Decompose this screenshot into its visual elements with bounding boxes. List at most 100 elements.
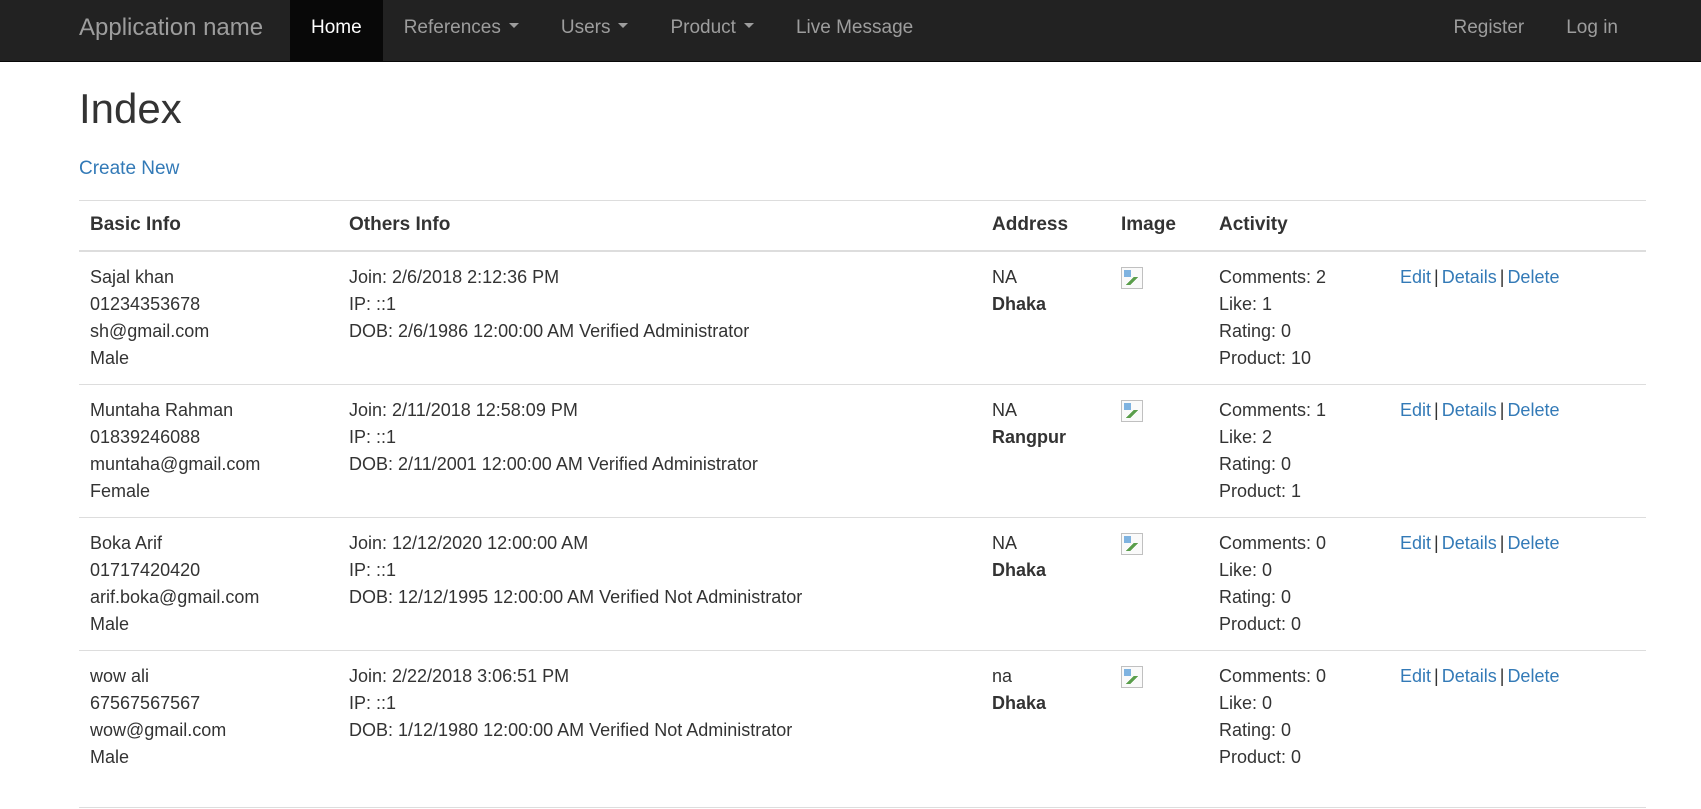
join-date: Join: 12/12/2020 12:00:00 AM bbox=[349, 532, 589, 553]
like-count: Like: 2 bbox=[1219, 426, 1273, 447]
top-navbar: Application name Home References Users P… bbox=[0, 0, 1701, 62]
product-count: Product: 0 bbox=[1219, 746, 1302, 767]
nav-users-label: Users bbox=[560, 17, 611, 38]
separator: | bbox=[1434, 532, 1439, 553]
register-link[interactable]: Register bbox=[1432, 0, 1545, 62]
create-new-link[interactable]: Create New bbox=[79, 158, 1646, 200]
header-address: Address bbox=[981, 200, 1110, 252]
address-line: NA bbox=[992, 266, 1018, 287]
user-phone: 67567567567 bbox=[90, 692, 201, 713]
others-info-cell: Join: 2/6/2018 2:12:36 PM IP: ::1 DOB: 2… bbox=[338, 250, 981, 384]
header-image: Image bbox=[1110, 200, 1208, 252]
separator: | bbox=[1434, 266, 1439, 287]
caret-down-icon bbox=[743, 23, 754, 29]
broken-image-icon bbox=[1121, 399, 1143, 422]
user-email: wow@gmail.com bbox=[90, 719, 227, 740]
brand-link[interactable]: Application name bbox=[79, 0, 263, 62]
comments-count: Comments: 1 bbox=[1219, 399, 1327, 420]
broken-image-icon bbox=[1121, 266, 1143, 289]
image-cell bbox=[1110, 516, 1208, 650]
address-city: Rangpur bbox=[992, 426, 1066, 447]
table-header-row: Basic Info Others Info Address Image Act… bbox=[79, 200, 1646, 252]
address-city: Dhaka bbox=[992, 559, 1047, 580]
broken-image-icon bbox=[1121, 665, 1143, 688]
address-line: NA bbox=[992, 399, 1018, 420]
image-cell bbox=[1110, 383, 1208, 517]
caret-down-icon bbox=[508, 23, 519, 29]
image-cell bbox=[1110, 250, 1208, 384]
table-row: Sajal khan 01234353678 sh@gmail.com Male… bbox=[79, 250, 1646, 384]
address-cell: NA Dhaka bbox=[981, 250, 1110, 384]
user-name: wow ali bbox=[90, 665, 150, 686]
details-link[interactable]: Details bbox=[1442, 533, 1497, 553]
edit-link[interactable]: Edit bbox=[1400, 267, 1431, 287]
nav-live-message[interactable]: Live Message bbox=[775, 0, 934, 62]
nav-product-label: Product bbox=[670, 17, 736, 38]
user-email: arif.boka@gmail.com bbox=[90, 586, 260, 607]
user-phone: 01839246088 bbox=[90, 426, 201, 447]
separator: | bbox=[1499, 665, 1505, 686]
activity-cell: Comments: 0 Like: 0 Rating: 0 Product: 0 bbox=[1208, 516, 1389, 650]
ip-address: IP: ::1 bbox=[349, 559, 397, 580]
edit-link[interactable]: Edit bbox=[1400, 533, 1431, 553]
header-activity: Activity bbox=[1208, 200, 1389, 252]
dob-status: DOB: 2/11/2001 12:00:00 AM Verified Admi… bbox=[349, 453, 758, 474]
delete-link[interactable]: Delete bbox=[1507, 666, 1559, 686]
nav-home[interactable]: Home bbox=[290, 0, 383, 62]
nav-product-dropdown[interactable]: Product bbox=[649, 0, 774, 62]
user-email: sh@gmail.com bbox=[90, 320, 210, 341]
separator: | bbox=[1434, 665, 1439, 686]
edit-link[interactable]: Edit bbox=[1400, 400, 1431, 420]
product-count: Product: 0 bbox=[1219, 613, 1302, 634]
login-link[interactable]: Log in bbox=[1545, 0, 1639, 62]
user-email: muntaha@gmail.com bbox=[90, 453, 261, 474]
separator: | bbox=[1499, 532, 1505, 553]
delete-link[interactable]: Delete bbox=[1507, 267, 1559, 287]
actions-cell: Edit | Details | Delete bbox=[1389, 649, 1646, 808]
user-gender: Female bbox=[90, 480, 151, 501]
edit-link[interactable]: Edit bbox=[1400, 666, 1431, 686]
delete-link[interactable]: Delete bbox=[1507, 400, 1559, 420]
nav-live-message-label: Live Message bbox=[795, 17, 914, 38]
table-row: Muntaha Rahman 01839246088 muntaha@gmail… bbox=[79, 383, 1646, 517]
ip-address: IP: ::1 bbox=[349, 426, 397, 447]
separator: | bbox=[1499, 399, 1505, 420]
delete-link[interactable]: Delete bbox=[1507, 533, 1559, 553]
nav-references-label: References bbox=[403, 17, 501, 38]
product-count: Product: 10 bbox=[1219, 347, 1312, 368]
like-count: Like: 0 bbox=[1219, 692, 1273, 713]
address-line: na bbox=[992, 665, 1013, 686]
users-table: Basic Info Others Info Address Image Act… bbox=[79, 200, 1646, 808]
activity-cell: Comments: 1 Like: 2 Rating: 0 Product: 1 bbox=[1208, 383, 1389, 517]
nav-account: Register Log in bbox=[1432, 0, 1639, 62]
nav-users-dropdown[interactable]: Users bbox=[540, 0, 650, 62]
nav-menu: Home References Users Product Live Messa… bbox=[290, 0, 934, 62]
join-date: Join: 2/6/2018 2:12:36 PM bbox=[349, 266, 560, 287]
dob-status: DOB: 2/6/1986 12:00:00 AM Verified Admin… bbox=[349, 320, 750, 341]
like-count: Like: 1 bbox=[1219, 293, 1273, 314]
join-date: Join: 2/11/2018 12:58:09 PM bbox=[349, 399, 578, 420]
details-link[interactable]: Details bbox=[1442, 666, 1497, 686]
actions-cell: Edit | Details | Delete bbox=[1389, 250, 1646, 384]
header-actions bbox=[1389, 200, 1646, 252]
basic-info-cell: Muntaha Rahman 01839246088 muntaha@gmail… bbox=[79, 383, 338, 517]
user-name: Muntaha Rahman bbox=[90, 399, 234, 420]
nav-references-dropdown[interactable]: References bbox=[383, 0, 540, 62]
dob-status: DOB: 12/12/1995 12:00:00 AM Verified Not… bbox=[349, 586, 803, 607]
basic-info-cell: Sajal khan 01234353678 sh@gmail.com Male bbox=[79, 250, 338, 384]
nav-home-label: Home bbox=[311, 17, 362, 38]
comments-count: Comments: 0 bbox=[1219, 532, 1327, 553]
ip-address: IP: ::1 bbox=[349, 293, 397, 314]
details-link[interactable]: Details bbox=[1442, 267, 1497, 287]
address-line: NA bbox=[992, 532, 1018, 553]
user-name: Boka Arif bbox=[90, 532, 163, 553]
dob-status: DOB: 1/12/1980 12:00:00 AM Verified Not … bbox=[349, 719, 793, 740]
table-row: Boka Arif 01717420420 arif.boka@gmail.co… bbox=[79, 516, 1646, 650]
user-phone: 01234353678 bbox=[90, 293, 201, 314]
comments-count: Comments: 2 bbox=[1219, 266, 1327, 287]
separator: | bbox=[1499, 266, 1505, 287]
details-link[interactable]: Details bbox=[1442, 400, 1497, 420]
rating-value: Rating: 0 bbox=[1219, 719, 1292, 740]
rating-value: Rating: 0 bbox=[1219, 586, 1292, 607]
page-title: Index bbox=[79, 85, 182, 132]
